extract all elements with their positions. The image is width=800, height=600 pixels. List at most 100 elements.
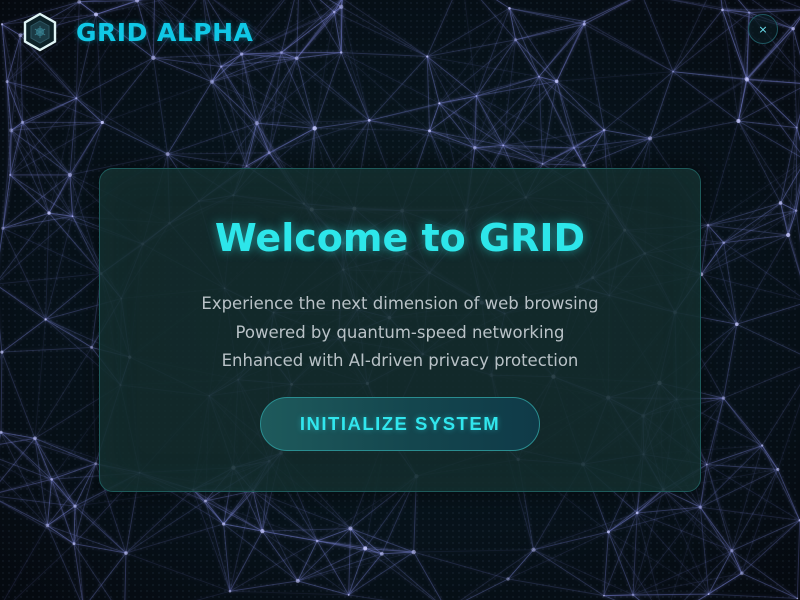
network-line bbox=[153, 53, 242, 59]
network-line bbox=[73, 506, 76, 544]
network-line bbox=[502, 76, 540, 146]
network-line bbox=[167, 152, 270, 155]
network-line bbox=[538, 76, 605, 131]
network-line bbox=[426, 0, 453, 57]
network-line bbox=[700, 469, 778, 508]
network-line bbox=[262, 528, 351, 532]
network-line bbox=[348, 528, 351, 595]
network-node bbox=[165, 152, 170, 157]
network-line bbox=[792, 28, 798, 128]
network-node bbox=[77, 0, 82, 4]
network-node bbox=[582, 22, 586, 26]
network-line bbox=[22, 97, 77, 123]
network-node bbox=[721, 8, 724, 12]
network-line bbox=[34, 347, 93, 439]
network-line bbox=[48, 122, 103, 214]
network-line bbox=[368, 56, 428, 121]
network-line bbox=[507, 578, 605, 597]
network-line bbox=[777, 469, 800, 521]
network-line bbox=[737, 79, 748, 122]
network-line bbox=[340, 6, 428, 57]
network-node bbox=[332, 10, 336, 14]
network-line bbox=[91, 347, 97, 464]
network-node bbox=[706, 223, 710, 227]
network-line bbox=[502, 80, 557, 146]
network-line bbox=[723, 324, 738, 399]
network-line bbox=[348, 553, 383, 596]
network-line bbox=[708, 593, 798, 599]
network-node bbox=[260, 529, 265, 534]
network-line bbox=[608, 489, 664, 533]
network-line bbox=[2, 212, 50, 229]
network-node bbox=[5, 80, 9, 84]
network-line bbox=[125, 489, 194, 554]
network-line bbox=[731, 469, 779, 551]
network-node bbox=[245, 165, 248, 167]
network-node bbox=[71, 215, 74, 218]
network-node bbox=[438, 102, 441, 105]
network-node bbox=[204, 499, 207, 503]
network-line bbox=[741, 469, 779, 574]
network-node bbox=[50, 477, 54, 481]
network-line bbox=[608, 531, 709, 595]
network-line bbox=[533, 512, 638, 551]
network-line bbox=[533, 531, 609, 551]
network-line bbox=[738, 120, 797, 129]
network-node bbox=[795, 126, 798, 129]
network-node bbox=[778, 201, 783, 205]
hexagon-logo-icon bbox=[23, 12, 57, 52]
network-line bbox=[426, 56, 430, 131]
network-line bbox=[533, 549, 605, 597]
network-line bbox=[792, 17, 800, 29]
network-node bbox=[363, 546, 368, 551]
network-node bbox=[583, 19, 586, 23]
network-line bbox=[0, 273, 102, 285]
network-line bbox=[761, 445, 779, 470]
network-line bbox=[701, 273, 800, 301]
network-node bbox=[294, 56, 299, 61]
network-line bbox=[649, 79, 748, 139]
network-node bbox=[20, 120, 25, 124]
network-line bbox=[707, 225, 738, 325]
network-line bbox=[701, 234, 789, 275]
network-line bbox=[747, 79, 800, 84]
network-line bbox=[672, 0, 708, 72]
network-line bbox=[125, 523, 224, 554]
close-button[interactable]: × bbox=[748, 14, 778, 44]
network-line bbox=[584, 20, 674, 73]
network-line bbox=[3, 525, 48, 600]
network-line bbox=[722, 9, 739, 122]
network-line bbox=[672, 71, 739, 122]
network-node bbox=[761, 444, 764, 447]
network-line bbox=[736, 323, 800, 355]
initialize-system-button[interactable]: INITIALIZE SYSTEM bbox=[260, 397, 540, 451]
network-line bbox=[509, 7, 585, 22]
network-node bbox=[240, 52, 244, 56]
network-line bbox=[741, 519, 800, 574]
network-node bbox=[730, 548, 734, 553]
welcome-description: Experience the next dimension of web bro… bbox=[100, 290, 700, 376]
network-line bbox=[125, 552, 231, 592]
network-line bbox=[723, 210, 797, 244]
network-node bbox=[502, 144, 505, 147]
description-line: Enhanced with AI-driven privacy protecti… bbox=[221, 351, 579, 370]
network-line bbox=[701, 202, 781, 275]
network-node bbox=[67, 172, 73, 177]
welcome-title: Welcome to GRID bbox=[214, 216, 586, 260]
network-line bbox=[0, 475, 48, 526]
network-node bbox=[573, 147, 575, 149]
network-node bbox=[745, 77, 749, 82]
network-node bbox=[721, 396, 726, 400]
network-line bbox=[708, 550, 733, 595]
network-line bbox=[515, 20, 585, 41]
network-line bbox=[2, 174, 71, 229]
network-node bbox=[508, 6, 511, 10]
network-line bbox=[669, 0, 723, 11]
network-node bbox=[72, 542, 76, 546]
network-line bbox=[196, 590, 231, 600]
network-line bbox=[413, 551, 509, 580]
network-node bbox=[348, 526, 353, 531]
network-line bbox=[413, 551, 442, 600]
network-node bbox=[794, 209, 798, 212]
network-line bbox=[439, 76, 540, 104]
